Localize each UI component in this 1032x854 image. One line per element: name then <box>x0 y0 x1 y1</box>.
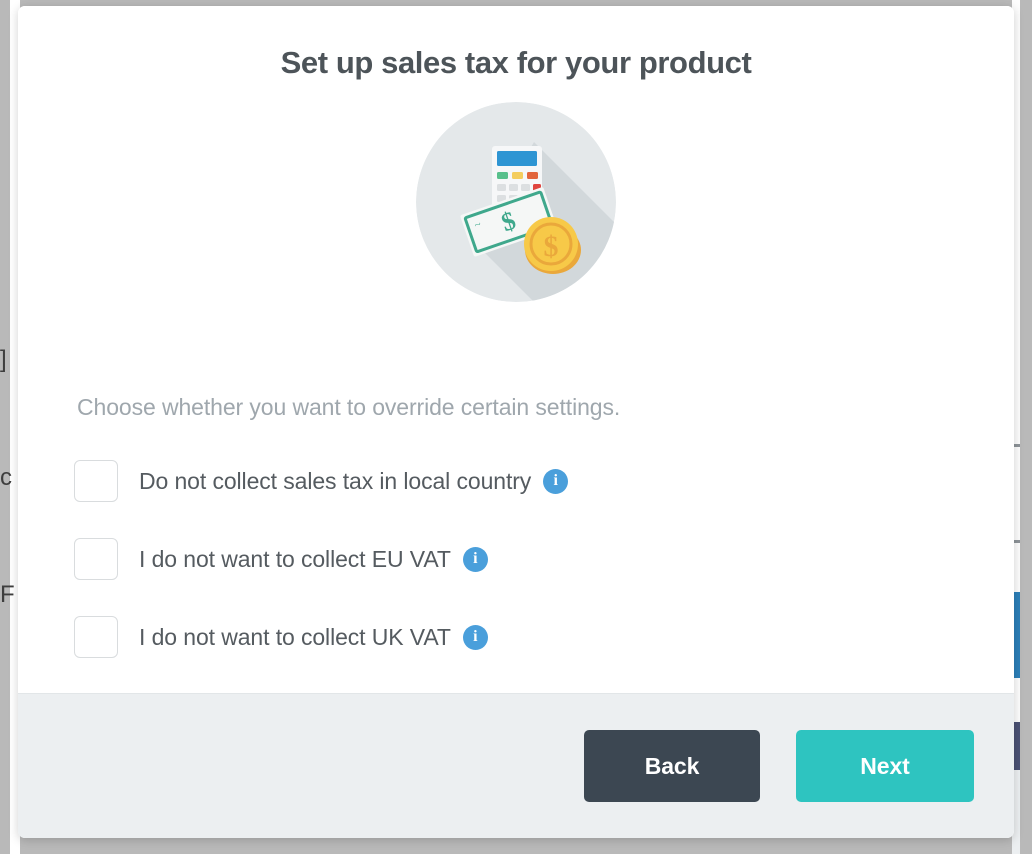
sales-tax-setup-dialog: Set up sales tax for your product <box>18 6 1014 838</box>
background-text-fragment: c <box>0 466 12 490</box>
illustration-container: $ ~ ~ $ <box>18 102 1014 302</box>
checkbox-no-eu-vat[interactable] <box>74 538 118 580</box>
option-label: Do not collect sales tax in local countr… <box>139 468 531 495</box>
dialog-title: Set up sales tax for your product <box>18 6 1014 81</box>
option-label: I do not want to collect EU VAT <box>139 546 451 573</box>
info-icon[interactable]: i <box>463 547 488 572</box>
checkbox-no-local-sales-tax[interactable] <box>74 460 118 502</box>
dialog-footer: Back Next <box>18 693 1014 838</box>
info-icon[interactable]: i <box>463 625 488 650</box>
info-icon[interactable]: i <box>543 469 568 494</box>
checkbox-no-uk-vat[interactable] <box>74 616 118 658</box>
instruction-text: Choose whether you want to override cert… <box>77 394 620 421</box>
option-row-local-country[interactable]: Do not collect sales tax in local countr… <box>74 458 974 504</box>
calculator-money-illustration: $ ~ ~ $ <box>416 102 616 302</box>
option-row-eu-vat[interactable]: I do not want to collect EU VAT i <box>74 536 974 582</box>
dialog-body: Set up sales tax for your product <box>18 6 1014 693</box>
option-row-uk-vat[interactable]: I do not want to collect UK VAT i <box>74 614 974 660</box>
back-button[interactable]: Back <box>584 730 760 802</box>
next-button[interactable]: Next <box>796 730 974 802</box>
svg-text:$: $ <box>544 230 559 263</box>
background-text-fragment: ] <box>0 348 7 372</box>
background-text-fragment: F <box>0 583 15 607</box>
options-list: Do not collect sales tax in local countr… <box>74 458 974 692</box>
option-label: I do not want to collect UK VAT <box>139 624 451 651</box>
